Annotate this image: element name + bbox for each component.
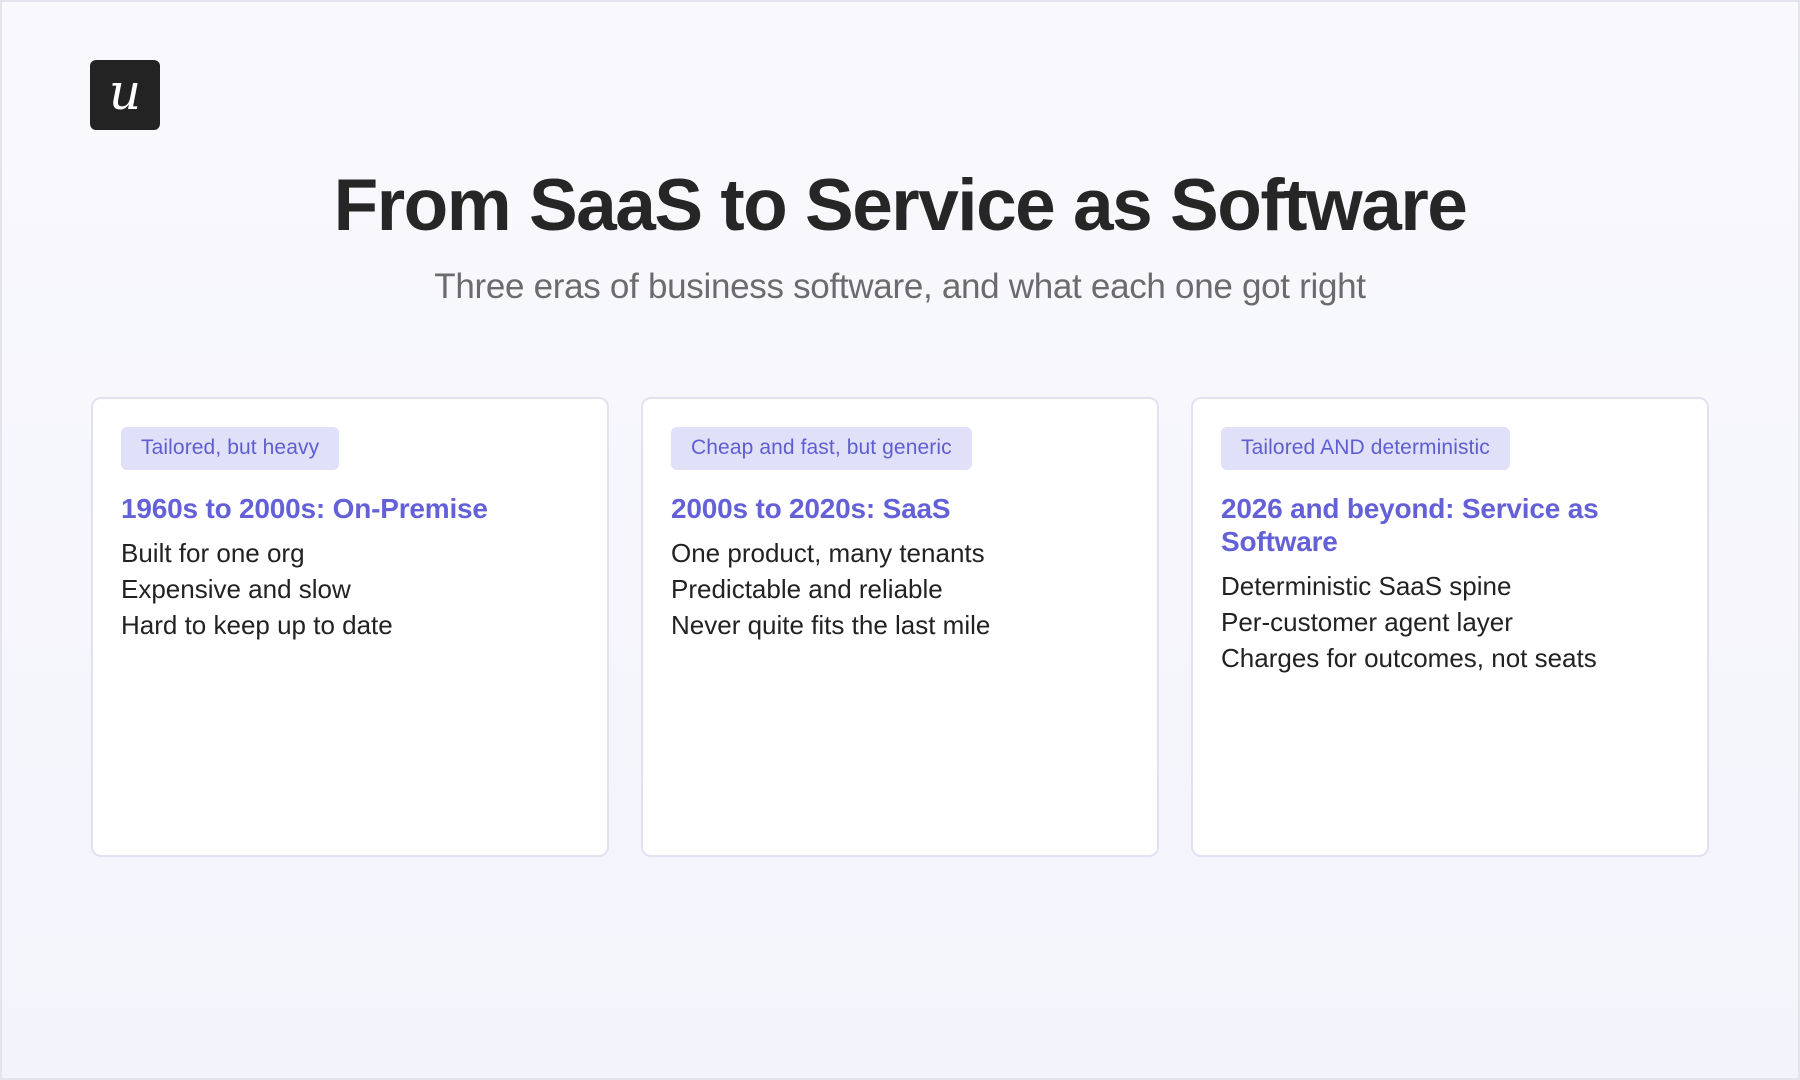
era-point: Deterministic SaaS spine [1221, 571, 1512, 601]
era-card-service-as-software: Tailored AND deterministic 2026 and beyo… [1191, 397, 1709, 857]
era-heading: 1960s to 2000s: On-Premise [121, 493, 488, 524]
page-title: From SaaS to Service as Software [333, 165, 1468, 246]
era-point: Charges for outcomes, not seats [1221, 643, 1597, 673]
era-card-on-premise: Tailored, but heavy 1960s to 2000s: On-P… [91, 397, 609, 857]
era-card-saas: Cheap and fast, but generic 2000s to 202… [641, 397, 1159, 857]
era-point: One product, many tenants [671, 538, 985, 568]
era-point: Predictable and reliable [671, 574, 943, 604]
era-point: Expensive and slow [121, 574, 351, 604]
era-points: Built for one org Expensive and slow Har… [121, 535, 579, 643]
logo-letter: u [108, 63, 142, 121]
era-point: Per-customer agent layer [1221, 607, 1513, 637]
era-point: Built for one org [121, 538, 305, 568]
era-point: Hard to keep up to date [121, 610, 393, 640]
era-badge: Tailored, but heavy [121, 427, 340, 470]
era-heading: 2026 and beyond: Service as Software [1221, 493, 1599, 557]
era-badge: Cheap and fast, but generic [671, 427, 972, 470]
era-points: One product, many tenants Predictable an… [671, 535, 1129, 643]
era-point: Never quite fits the last mile [671, 610, 991, 640]
era-points: Deterministic SaaS spine Per-customer ag… [1221, 568, 1679, 676]
page-subtitle: Three eras of business software, and wha… [434, 267, 1366, 306]
era-cards: Tailored, but heavy 1960s to 2000s: On-P… [91, 397, 1709, 857]
era-heading: 2000s to 2020s: SaaS [671, 493, 951, 524]
brand-logo: u [90, 60, 160, 130]
era-badge: Tailored AND deterministic [1221, 427, 1510, 470]
